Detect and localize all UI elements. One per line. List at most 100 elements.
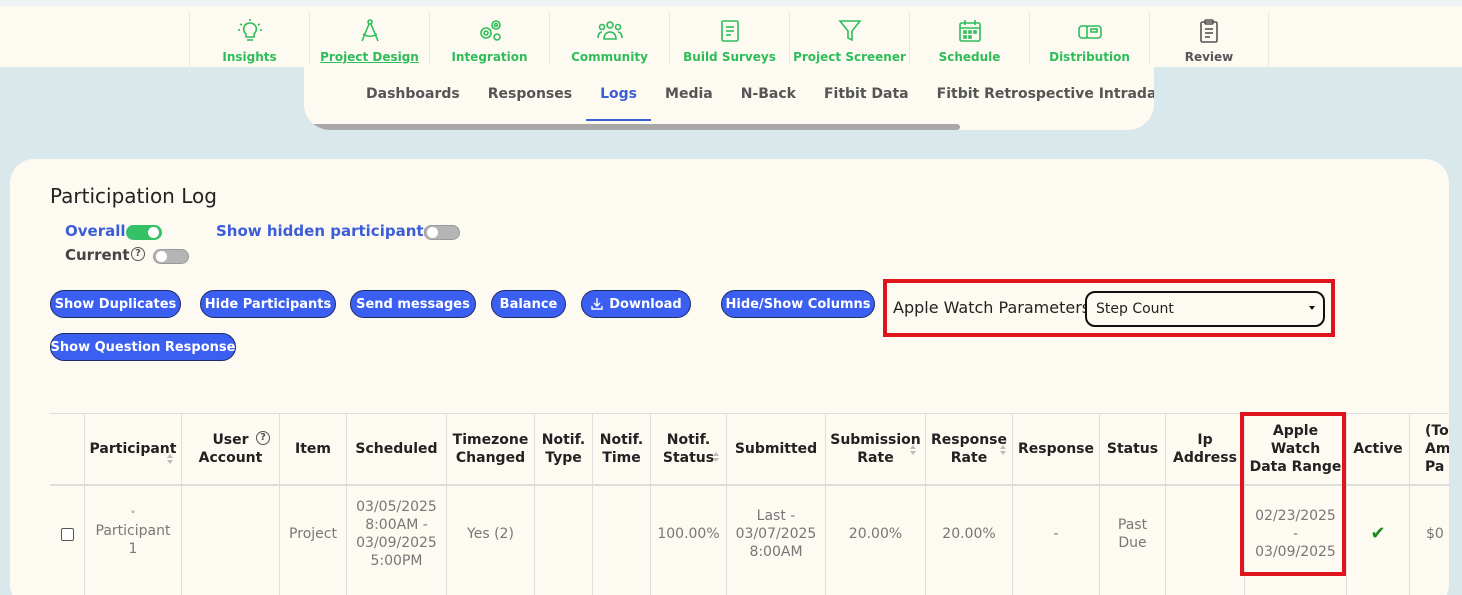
nav-label: Project Design bbox=[320, 50, 419, 64]
cell-submission-rate: 20.00% bbox=[848, 526, 903, 542]
help-icon[interactable]: ? bbox=[131, 247, 145, 261]
column-active: Active ✔ bbox=[1346, 414, 1409, 595]
lightbulb-icon bbox=[237, 19, 262, 41]
select-header bbox=[50, 414, 84, 486]
show-hidden-toggle[interactable] bbox=[424, 225, 460, 240]
hide-participants-button[interactable]: Hide Participants bbox=[200, 290, 336, 318]
download-button[interactable]: Download bbox=[581, 290, 691, 318]
nav-label: Schedule bbox=[938, 50, 1001, 64]
show-question-response-button[interactable]: Show Question Response bbox=[50, 333, 236, 361]
clipboard-icon bbox=[1200, 19, 1218, 43]
top-navigation-bar: Insights Project Design Integration Comm… bbox=[0, 0, 1462, 73]
balance-button[interactable]: Balance bbox=[491, 290, 566, 318]
column-response: Response - bbox=[1012, 414, 1099, 595]
tab-fitbit-data[interactable]: Fitbit Data bbox=[810, 76, 923, 121]
horizontal-scrollbar[interactable] bbox=[304, 124, 1154, 130]
nav-label: Insights bbox=[222, 50, 277, 64]
sort-icon[interactable] bbox=[713, 452, 720, 462]
cell-scheduled: 03/05/2025 8:00AM - 03/09/2025 5:00PM bbox=[356, 499, 437, 569]
expand-chevron-icon[interactable]: ˅ bbox=[130, 510, 136, 522]
header-response-rate[interactable]: Response Rate bbox=[926, 414, 1012, 486]
tab-responses[interactable]: Responses bbox=[474, 76, 586, 121]
cell-active: ✔ bbox=[1347, 488, 1409, 580]
cell-submitted: Last - 03/07/2025 8:00AM bbox=[735, 508, 817, 560]
header-participant[interactable]: Participant bbox=[85, 414, 181, 486]
cell-item: Project bbox=[289, 526, 337, 542]
cell-notif-type bbox=[535, 488, 592, 580]
nav-insights[interactable]: Insights bbox=[189, 12, 309, 73]
help-icon[interactable]: ? bbox=[256, 431, 270, 445]
cell-response: - bbox=[1053, 526, 1059, 542]
download-icon bbox=[591, 298, 603, 310]
cell-participant: ˅ Participant 1 bbox=[85, 488, 181, 580]
tab-dashboards[interactable]: Dashboards bbox=[352, 76, 474, 121]
select-column bbox=[50, 414, 84, 595]
form-icon bbox=[720, 20, 739, 42]
header-label: Submission Rate bbox=[830, 432, 921, 466]
column-submitted: Submitted Last - 03/07/2025 8:00AM bbox=[726, 414, 825, 595]
apple-watch-parameters-highlight: Apple Watch Parameters Step Count bbox=[883, 279, 1335, 337]
sort-icon[interactable] bbox=[1000, 445, 1007, 455]
overall-toggle[interactable] bbox=[126, 225, 162, 240]
header-total-amount: (Tot Amo Pa bbox=[1410, 414, 1449, 486]
cell-response-rate: 20.00% bbox=[942, 526, 996, 542]
header-ip-address: Ip Address bbox=[1166, 414, 1244, 486]
column-ip-address: Ip Address bbox=[1165, 414, 1244, 595]
tab-logs[interactable]: Logs bbox=[586, 76, 652, 121]
apple-watch-column-highlight bbox=[1240, 412, 1346, 576]
participant-name: Participant 1 bbox=[95, 523, 171, 557]
header-label: User Account bbox=[198, 432, 263, 466]
tab-n-back[interactable]: N-Back bbox=[727, 76, 810, 121]
cell-timezone-changed: Yes (2) bbox=[467, 526, 514, 542]
overall-label: Overall bbox=[65, 222, 126, 240]
show-hidden-label: Show hidden participants bbox=[216, 222, 433, 240]
header-active: Active bbox=[1347, 414, 1409, 486]
nav-label: Community bbox=[571, 50, 648, 64]
nav-label: Integration bbox=[451, 50, 528, 64]
current-label: Current bbox=[65, 246, 130, 264]
apple-watch-parameter-select[interactable]: Step Count bbox=[1085, 291, 1325, 327]
column-participant: Participant ˅ Participant 1 bbox=[84, 414, 181, 595]
sort-icon[interactable] bbox=[167, 454, 174, 464]
apple-watch-parameters-label: Apple Watch Parameters bbox=[893, 298, 1091, 317]
header-submission-rate[interactable]: Submission Rate bbox=[826, 414, 925, 486]
header-submitted: Submitted bbox=[727, 414, 825, 486]
cell-ip-address bbox=[1166, 488, 1244, 580]
row-checkbox[interactable] bbox=[60, 527, 74, 541]
header-scheduled: Scheduled bbox=[347, 414, 446, 486]
table-row-select bbox=[50, 488, 84, 580]
header-user-account: User Account? bbox=[182, 414, 279, 486]
tab-media[interactable]: Media bbox=[651, 76, 727, 121]
nav-review[interactable]: Review bbox=[1149, 12, 1269, 73]
header-notif-time: Notif. Time bbox=[593, 414, 650, 486]
header-timezone-changed: Timezone Changed bbox=[447, 414, 534, 486]
scrollbar-thumb[interactable] bbox=[304, 124, 960, 130]
hide-show-columns-button[interactable]: Hide/Show Columns bbox=[721, 290, 875, 318]
column-notif-type: Notif. Type bbox=[534, 414, 592, 595]
sub-tabs-panel: Dashboards Responses Logs Media N-Back F… bbox=[304, 64, 1154, 130]
current-toggle[interactable] bbox=[153, 249, 189, 264]
selected-value: Step Count bbox=[1096, 301, 1174, 317]
column-response-rate: Response Rate 20.00% bbox=[925, 414, 1012, 595]
download-label: Download bbox=[609, 296, 682, 312]
sort-icon[interactable] bbox=[910, 445, 917, 455]
column-total-amount: (Tot Amo Pa $0 bbox=[1409, 414, 1449, 595]
header-notif-status[interactable]: Notif. Status bbox=[651, 414, 726, 486]
header-label: Notif. Status bbox=[662, 432, 715, 466]
send-messages-button[interactable]: Send messages bbox=[350, 290, 476, 318]
mailbox-icon bbox=[1077, 25, 1102, 39]
checkmark-icon: ✔ bbox=[1370, 523, 1386, 544]
column-item: Item Project bbox=[279, 414, 346, 595]
show-duplicates-button[interactable]: Show Duplicates bbox=[50, 290, 181, 318]
cell-total-amount: $0 bbox=[1426, 526, 1444, 542]
tab-fitbit-retrospective-intraday-data[interactable]: Fitbit Retrospective Intraday Data bbox=[923, 76, 1154, 121]
people-icon bbox=[596, 21, 623, 40]
header-response: Response bbox=[1013, 414, 1099, 486]
filter-icon bbox=[837, 20, 862, 42]
header-label: Participant bbox=[89, 441, 177, 457]
gears-icon bbox=[479, 20, 501, 41]
column-notif-status: Notif. Status 100.00% bbox=[650, 414, 726, 595]
page-title: Participation Log bbox=[50, 184, 217, 208]
calendar-icon bbox=[958, 20, 981, 42]
cell-notif-time bbox=[593, 488, 650, 580]
